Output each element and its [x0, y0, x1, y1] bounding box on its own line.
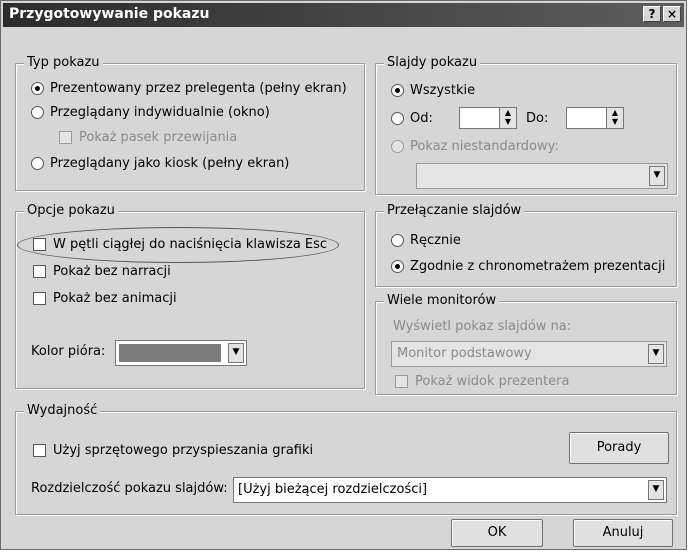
- custom-show-label: Pokaz niestandardowy:: [410, 139, 559, 154]
- no-animation-option[interactable]: Pokaż bez animacji: [33, 291, 177, 306]
- all-slides-radio[interactable]: [391, 84, 404, 97]
- manual-option[interactable]: Ręcznie: [391, 233, 461, 248]
- manual-radio[interactable]: [391, 234, 404, 247]
- custom-show-radio[interactable]: [391, 140, 404, 153]
- loop-checkbox[interactable]: [33, 238, 46, 251]
- to-spin-arrows[interactable]: ▲ ▼: [606, 108, 623, 128]
- show-type-legend: Typ pokazu: [24, 55, 103, 70]
- no-narration-label: Pokaż bez narracji: [53, 264, 171, 279]
- scrollbar-option[interactable]: Pokaż pasek przewijania: [59, 130, 237, 145]
- timings-label: Zgodnie z chronometrażem prezentacji: [410, 259, 666, 274]
- individual-label: Przeglądany indywidualnie (okno): [50, 105, 270, 120]
- presenter-view-label: Pokaż widok prezentera: [415, 374, 570, 389]
- no-narration-option[interactable]: Pokaż bez narracji: [33, 264, 171, 279]
- scrollbar-checkbox[interactable]: [59, 131, 72, 144]
- resolution-dropdown[interactable]: [Użyj bieżącej rozdzielczości] ▼: [233, 477, 667, 503]
- resolution-arrow[interactable]: ▼: [648, 480, 664, 500]
- loop-option[interactable]: W pętli ciągłej do naciśnięcia klawisza …: [33, 237, 327, 252]
- custom-show-dropdown[interactable]: ▼: [416, 163, 668, 189]
- resolution-value: [Użyj bieżącej rozdzielczości]: [238, 482, 428, 497]
- pen-color-swatch: [119, 344, 221, 362]
- performance-legend: Wydajność: [24, 403, 101, 418]
- all-slides-label: Wszystkie: [410, 83, 476, 98]
- custom-show-arrow[interactable]: ▼: [649, 166, 665, 186]
- cancel-button[interactable]: Anuluj: [573, 519, 673, 547]
- kiosk-option[interactable]: Przeglądany jako kiosk (pełny ekran): [31, 156, 289, 171]
- manual-label: Ręcznie: [410, 233, 461, 248]
- timings-radio[interactable]: [391, 260, 404, 273]
- loop-label: W pętli ciągłej do naciśnięcia klawisza …: [53, 237, 328, 252]
- resolution-label: Rozdzielczość pokazu slajdów:: [31, 481, 228, 496]
- no-animation-label: Pokaż bez animacji: [53, 291, 177, 306]
- show-options-legend: Opcje pokazu: [24, 203, 118, 218]
- pen-color-arrow[interactable]: ▼: [228, 343, 244, 363]
- from-option[interactable]: Od:: [391, 111, 433, 126]
- title-bar: Przygotowywanie pokazu ? ×: [3, 3, 684, 27]
- monitor-arrow[interactable]: ▼: [648, 344, 664, 364]
- presenter-view-checkbox[interactable]: [395, 375, 408, 388]
- scrollbar-label: Pokaż pasek przewijania: [79, 130, 238, 145]
- kiosk-radio[interactable]: [31, 157, 44, 170]
- pen-color-label: Kolor pióra:: [31, 344, 106, 359]
- to-spinner[interactable]: ▲ ▼: [566, 107, 624, 129]
- monitors-legend: Wiele monitorów: [384, 293, 500, 308]
- presenter-view-option[interactable]: Pokaż widok prezentera: [395, 374, 569, 389]
- custom-show-option[interactable]: Pokaz niestandardowy:: [391, 139, 559, 154]
- monitor-value: Monitor podstawowy: [397, 346, 532, 361]
- timings-option[interactable]: Zgodnie z chronometrażem prezentacji: [391, 259, 665, 274]
- presenter-radio[interactable]: [31, 82, 44, 95]
- presenter-option[interactable]: Prezentowany przez prelegenta (pełny ekr…: [31, 81, 347, 96]
- hw-accel-option[interactable]: Użyj sprzętowego przyspieszania grafiki: [33, 443, 313, 458]
- no-animation-checkbox[interactable]: [33, 292, 46, 305]
- ok-button[interactable]: OK: [451, 519, 543, 547]
- from-radio[interactable]: [391, 112, 404, 125]
- no-narration-checkbox[interactable]: [33, 265, 46, 278]
- slides-legend: Slajdy pokazu: [384, 55, 481, 70]
- close-button[interactable]: ×: [663, 6, 681, 22]
- from-spin-arrows[interactable]: ▲ ▼: [499, 108, 516, 128]
- monitor-dropdown[interactable]: Monitor podstawowy ▼: [391, 341, 667, 367]
- individual-radio[interactable]: [31, 106, 44, 119]
- monitor-label: Wyświetl pokaz slajdów na:: [393, 319, 572, 334]
- tips-button[interactable]: Porady: [569, 432, 669, 464]
- to-label: Do:: [526, 111, 549, 126]
- hw-accel-checkbox[interactable]: [33, 444, 46, 457]
- from-label: Od:: [410, 111, 433, 126]
- dialog-window: Przygotowywanie pokazu ? × Typ pokazu Pr…: [0, 0, 687, 550]
- advance-group: Przełączanie slajdów: [375, 203, 677, 287]
- advance-legend: Przełączanie slajdów: [384, 203, 525, 218]
- hw-accel-label: Użyj sprzętowego przyspieszania grafiki: [53, 443, 314, 458]
- from-spinner[interactable]: ▲ ▼: [459, 107, 517, 129]
- window-title: Przygotowywanie pokazu: [9, 6, 210, 22]
- pen-color-picker[interactable]: ▼: [115, 340, 247, 366]
- individual-option[interactable]: Przeglądany indywidualnie (okno): [31, 105, 270, 120]
- kiosk-label: Przeglądany jako kiosk (pełny ekran): [50, 156, 290, 171]
- presenter-label: Prezentowany przez prelegenta (pełny ekr…: [50, 81, 347, 96]
- help-button[interactable]: ?: [643, 6, 661, 22]
- all-slides-option[interactable]: Wszystkie: [391, 83, 475, 98]
